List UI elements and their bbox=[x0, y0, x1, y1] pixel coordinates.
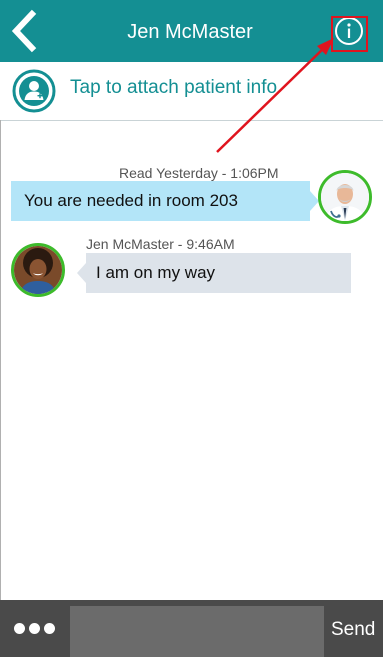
send-button[interactable]: Send bbox=[331, 619, 375, 641]
ellipsis-icon bbox=[29, 623, 40, 634]
jen-avatar[interactable] bbox=[11, 243, 65, 297]
jen-portrait bbox=[14, 246, 62, 294]
back-button[interactable] bbox=[6, 9, 46, 53]
message-sender-time: Jen McMaster - 9:46AM bbox=[86, 236, 235, 252]
patient-user-icon bbox=[12, 69, 56, 118]
more-options-button[interactable] bbox=[14, 622, 58, 636]
chat-screen: Jen McMaster Tap to attach patient info … bbox=[0, 0, 383, 657]
conversation-title: Jen McMaster bbox=[127, 21, 253, 43]
ellipsis-icon bbox=[14, 623, 25, 634]
message-bubble-incoming[interactable]: I am on my way bbox=[86, 253, 351, 293]
ellipsis-icon bbox=[44, 623, 55, 634]
message-bubble-outgoing[interactable]: You are needed in room 203 bbox=[11, 181, 310, 221]
bubble-tail bbox=[77, 263, 86, 283]
attach-patient-info-bar[interactable]: Tap to attach patient info bbox=[0, 62, 383, 121]
info-highlight-box bbox=[331, 16, 368, 52]
chevron-left-icon bbox=[11, 9, 37, 53]
message-input[interactable] bbox=[70, 606, 324, 657]
message-read-status: Read Yesterday - 1:06PM bbox=[119, 165, 279, 181]
doctor-portrait bbox=[321, 173, 369, 221]
attach-patient-info-label: Tap to attach patient info bbox=[70, 77, 278, 98]
chat-header: Jen McMaster bbox=[0, 0, 383, 62]
doctor-avatar[interactable] bbox=[318, 170, 372, 224]
message-composer: Send bbox=[0, 600, 383, 657]
screen-edge-divider bbox=[0, 120, 1, 600]
